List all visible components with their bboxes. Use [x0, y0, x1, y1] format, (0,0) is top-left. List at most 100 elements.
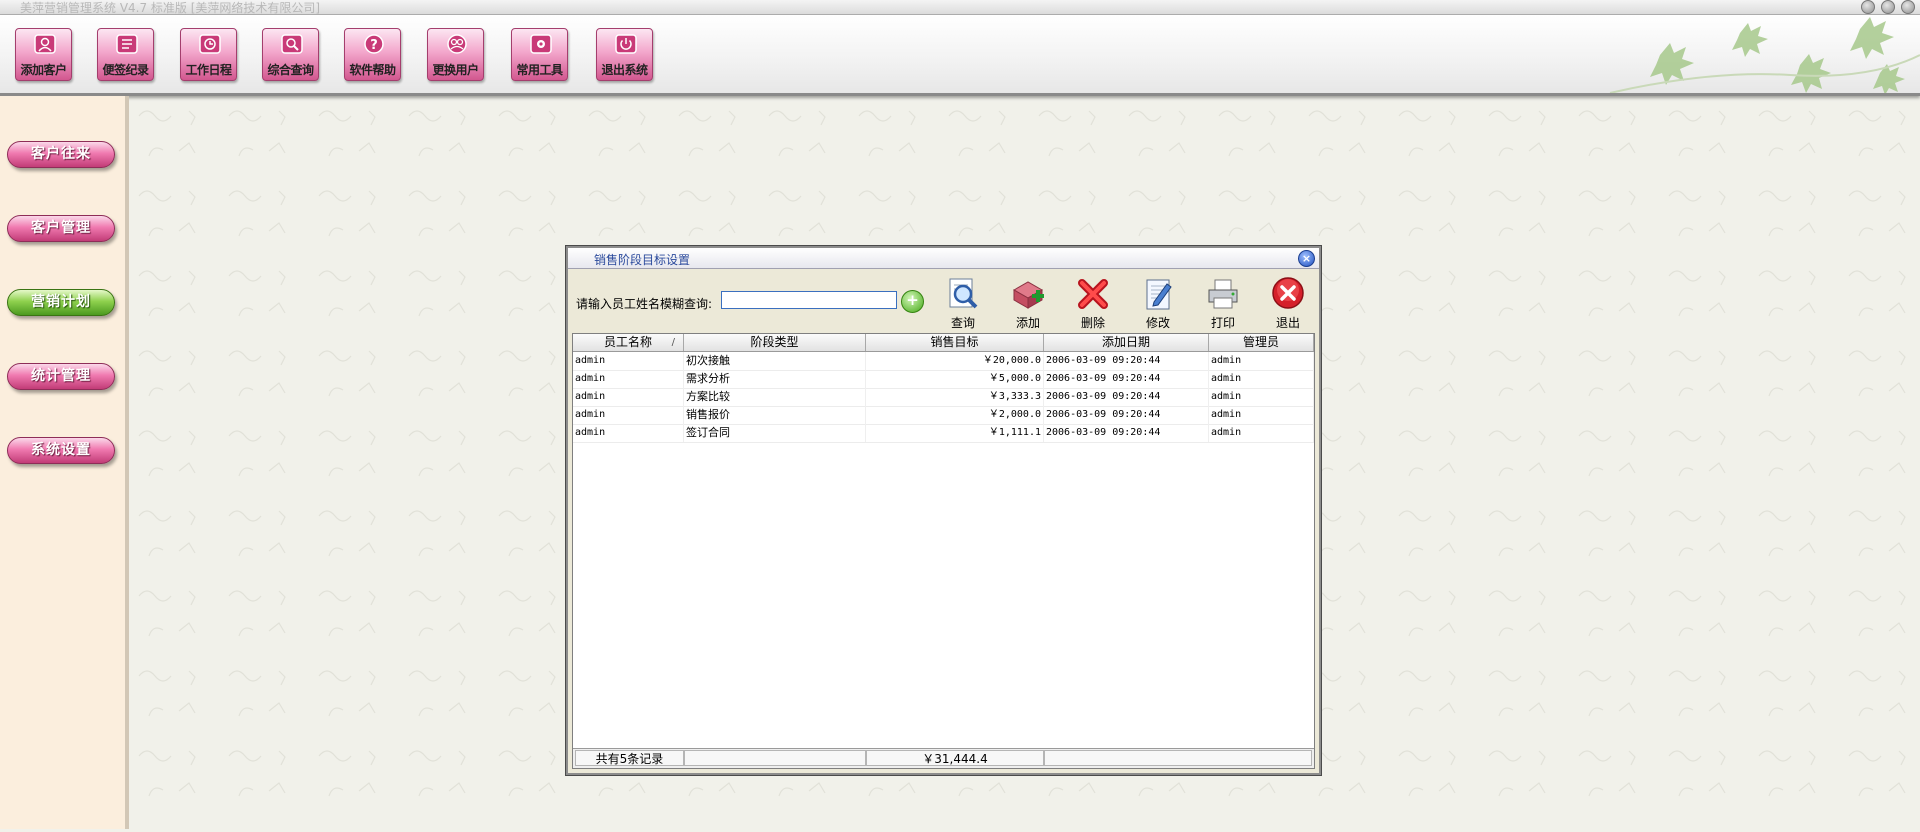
query-all-button[interactable]: 综合查询 — [262, 28, 319, 81]
print-button[interactable]: 打印 — [1198, 276, 1248, 330]
table-header: 员工名称 / 阶段类型 销售目标 添加日期 管理员 — [573, 334, 1314, 352]
calendar-icon — [199, 34, 221, 54]
cell-target: ￥3,333.3 — [866, 388, 1044, 406]
tools-button[interactable]: 常用工具 — [511, 28, 568, 81]
column-header-date[interactable]: 添加日期 — [1044, 334, 1209, 351]
cell-employee: admin — [573, 388, 684, 406]
sidebar-item-statistics[interactable]: 统计管理 — [7, 363, 115, 390]
query-label: 查询 — [950, 316, 975, 330]
exit-label: 退出 — [1275, 316, 1300, 330]
column-header-label: 管理员 — [1242, 335, 1279, 349]
add-customer-label: 添加客户 — [20, 63, 67, 77]
footer-empty-stage — [684, 750, 866, 766]
cell-stage: 签订合同 — [684, 424, 866, 442]
sidebar-item-system-settings[interactable]: 系统设置 — [7, 437, 115, 464]
cell-target: ￥20,000.0 — [866, 352, 1044, 370]
help-icon: ? — [364, 34, 384, 54]
switch-user-icon — [447, 34, 467, 54]
sidebar-item-label: 营销计划 — [31, 294, 91, 310]
table-row[interactable]: admin 方案比较 ￥3,333.3 2006-03-09 09:20:44 … — [573, 388, 1314, 407]
schedule-label: 工作日程 — [185, 63, 232, 77]
search-go-icon[interactable]: + — [901, 290, 924, 313]
maximize-icon[interactable] — [1881, 0, 1895, 14]
cell-employee: admin — [573, 352, 684, 370]
cell-employee: admin — [573, 370, 684, 388]
employee-name-search-input[interactable] — [721, 291, 897, 309]
column-header-employee[interactable]: 员工名称 / — [573, 334, 684, 351]
table-row[interactable]: admin 初次接触 ￥20,000.0 2006-03-09 09:20:44… — [573, 352, 1314, 371]
exit-system-button[interactable]: 退出系统 — [596, 28, 653, 81]
record-count: 共有5条记录 — [575, 750, 684, 766]
exit-button[interactable]: 退出 — [1263, 276, 1313, 330]
column-header-admin[interactable]: 管理员 — [1209, 334, 1314, 351]
leaves-decoration — [1609, 17, 1920, 93]
cell-date: 2006-03-09 09:20:44 — [1044, 370, 1209, 388]
tools-label: 常用工具 — [516, 63, 563, 77]
close-window-icon[interactable] — [1901, 0, 1915, 14]
delete-icon — [1078, 279, 1108, 309]
dialog-title-bar: 销售阶段目标设置 × — [568, 248, 1319, 269]
switch-user-button[interactable]: 更换用户 — [427, 28, 484, 81]
cell-stage: 需求分析 — [684, 370, 866, 388]
sidebar-item-label: 统计管理 — [31, 368, 91, 384]
column-header-label: 员工名称 — [603, 335, 652, 349]
sidebar-item-customer-contact[interactable]: 客户往来 — [7, 141, 115, 168]
help-label: 软件帮助 — [349, 63, 396, 77]
search-icon — [281, 34, 303, 54]
dialog-title: 销售阶段目标设置 — [594, 253, 691, 267]
column-header-label: 阶段类型 — [750, 335, 799, 349]
sort-indicator: / — [671, 337, 675, 348]
sidebar-item-marketing-plan[interactable]: 营销计划 — [7, 289, 115, 316]
cell-stage: 方案比较 — [684, 388, 866, 406]
window-title: 美萍营销管理系统 V4.7 标准版 [美萍网络技术有限公司] — [20, 1, 321, 15]
edit-label: 修改 — [1145, 316, 1170, 330]
cell-stage: 初次接触 — [684, 352, 866, 370]
delete-button[interactable]: 删除 — [1068, 276, 1118, 330]
power-icon — [615, 34, 637, 54]
query-all-label: 综合查询 — [267, 63, 314, 77]
table-row[interactable]: admin 签订合同 ￥1,111.1 2006-03-09 09:20:44 … — [573, 424, 1314, 443]
dialog-close-icon[interactable]: × — [1298, 250, 1315, 267]
sidebar-item-label: 客户管理 — [31, 220, 91, 236]
footer-empty-rest — [1044, 750, 1312, 766]
switch-user-label: 更换用户 — [432, 63, 479, 77]
add-button[interactable]: 添加 — [1003, 276, 1053, 330]
sales-stage-target-dialog: 销售阶段目标设置 × 请输入员工姓名模糊查询: + 查询 添加 删除 修改 打印… — [565, 245, 1322, 776]
add-label: 添加 — [1015, 316, 1040, 330]
notes-button[interactable]: 便签纪录 — [97, 28, 154, 81]
cell-date: 2006-03-09 09:20:44 — [1044, 388, 1209, 406]
main-toolbar: 添加客户 便签纪录 工作日程 综合查询 ? 软件帮助 更换用户 常用工具 退出系… — [0, 15, 1920, 96]
cell-target: ￥5,000.0 — [866, 370, 1044, 388]
sales-target-table: 员工名称 / 阶段类型 销售目标 添加日期 管理员 admin 初次接触 ￥20… — [572, 333, 1315, 769]
cell-admin: admin — [1209, 388, 1314, 406]
cell-admin: admin — [1209, 424, 1314, 442]
window-title-bar: 美萍营销管理系统 V4.7 标准版 [美萍网络技术有限公司] — [0, 0, 1920, 15]
table-row[interactable]: admin 销售报价 ￥2,000.0 2006-03-09 09:20:44 … — [573, 406, 1314, 425]
help-button[interactable]: ? 软件帮助 — [344, 28, 401, 81]
cell-target: ￥2,000.0 — [866, 406, 1044, 424]
notes-icon — [116, 34, 138, 54]
cell-employee: admin — [573, 424, 684, 442]
cell-admin: admin — [1209, 370, 1314, 388]
schedule-button[interactable]: 工作日程 — [180, 28, 237, 81]
edit-button[interactable]: 修改 — [1133, 276, 1183, 330]
cell-target: ￥1,111.1 — [866, 424, 1044, 442]
cell-date: 2006-03-09 09:20:44 — [1044, 424, 1209, 442]
table-row[interactable]: admin 需求分析 ￥5,000.0 2006-03-09 09:20:44 … — [573, 370, 1314, 389]
notes-label: 便签纪录 — [102, 63, 149, 77]
column-header-target[interactable]: 销售目标 — [866, 334, 1044, 351]
cell-date: 2006-03-09 09:20:44 — [1044, 352, 1209, 370]
search-label: 请输入员工姓名模糊查询: — [576, 297, 713, 311]
cell-date: 2006-03-09 09:20:44 — [1044, 406, 1209, 424]
column-header-stage[interactable]: 阶段类型 — [684, 334, 866, 351]
sidebar-item-customer-management[interactable]: 客户管理 — [7, 215, 115, 242]
column-header-label: 销售目标 — [930, 335, 979, 349]
query-button[interactable]: 查询 — [938, 276, 988, 330]
add-customer-button[interactable]: 添加客户 — [15, 28, 72, 81]
sidebar: 客户往来 客户管理 营销计划 统计管理 系统设置 — [0, 96, 129, 829]
column-header-label: 添加日期 — [1101, 335, 1150, 349]
delete-label: 删除 — [1080, 316, 1105, 330]
sidebar-item-label: 系统设置 — [31, 442, 91, 458]
edit-icon — [1146, 279, 1172, 310]
minimize-icon[interactable] — [1861, 0, 1875, 14]
